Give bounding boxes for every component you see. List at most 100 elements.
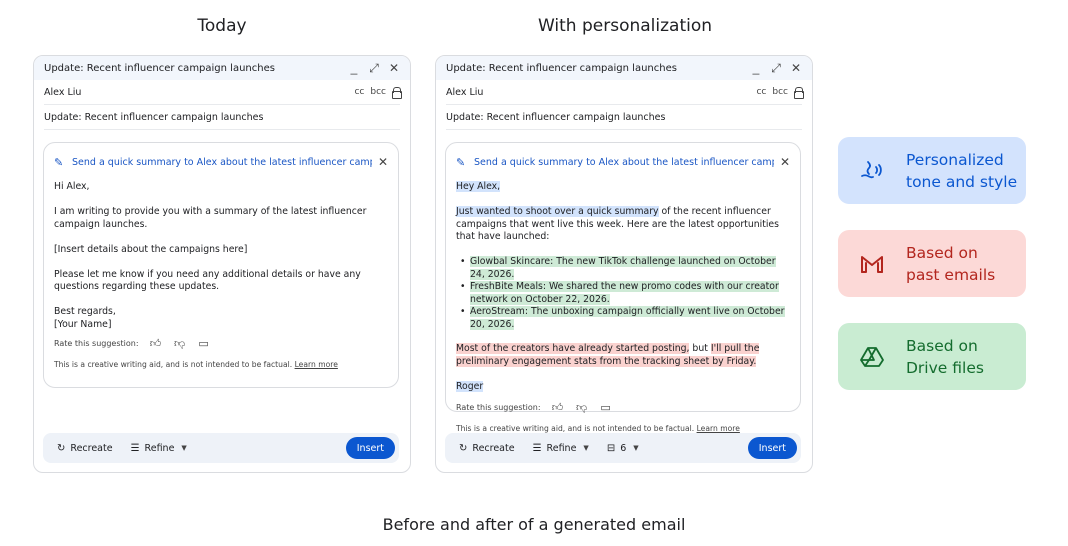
recreate-label: Recreate bbox=[472, 442, 515, 454]
email-paragraph: Just wanted to shoot over a quick summar… bbox=[456, 206, 790, 244]
close-icon[interactable]: ✕ bbox=[388, 62, 400, 74]
email-paragraph: I am writing to provide you with a summa… bbox=[54, 206, 367, 230]
compose-window-today: Update: Recent influencer campaign launc… bbox=[33, 55, 411, 473]
minimize-icon[interactable]: _ bbox=[750, 62, 762, 74]
email-body: Hi Alex, I am writing to provide you wit… bbox=[54, 181, 388, 331]
disclaimer-text: This is a creative writing aid, and is n… bbox=[456, 424, 695, 433]
recreate-label: Recreate bbox=[70, 442, 113, 454]
refine-button[interactable]: ☰ Refine ▼ bbox=[533, 443, 589, 454]
paragraph-text: but bbox=[689, 343, 711, 354]
drive-icon bbox=[838, 345, 906, 369]
magic-wand-icon: ✎ bbox=[456, 156, 466, 169]
suggestion-card: ✎ Send a quick summary to Alex about the… bbox=[43, 142, 399, 388]
learn-more-link[interactable]: Learn more bbox=[295, 360, 338, 369]
chevron-down-icon: ▼ bbox=[181, 444, 187, 452]
thumbs-up-icon[interactable]: 👍︎ bbox=[551, 401, 565, 414]
minimize-icon[interactable]: _ bbox=[348, 62, 360, 74]
refine-icon: ☰ bbox=[532, 442, 542, 454]
feature-personalized-tone: Personalized tone and style bbox=[838, 137, 1026, 204]
refresh-icon: ↻ bbox=[459, 442, 468, 454]
thumbs-up-icon[interactable]: 👍︎ bbox=[149, 337, 163, 350]
subject-row[interactable]: Update: Recent influencer campaign launc… bbox=[446, 105, 802, 130]
email-signature: Roger bbox=[456, 380, 484, 392]
learn-more-link[interactable]: Learn more bbox=[697, 424, 740, 433]
list-item: Glowbal Skincare: The new TikTok challen… bbox=[456, 256, 790, 281]
expand-icon[interactable]: ⤢ bbox=[368, 62, 380, 74]
refresh-icon: ↻ bbox=[57, 442, 66, 454]
feedback-icon[interactable]: ▭ bbox=[197, 337, 211, 350]
sources-count: 6 bbox=[620, 442, 627, 454]
feature-past-emails: Based on past emails bbox=[838, 230, 1026, 297]
email-body: Hey Alex, Just wanted to shoot over a qu… bbox=[456, 181, 790, 393]
email-paragraph: Please let me know if you need any addit… bbox=[54, 268, 361, 293]
recipient-field[interactable]: Alex Liu bbox=[44, 87, 354, 98]
list-item: FreshBite Meals: We shared the new promo… bbox=[456, 281, 790, 306]
compose-titlebar: Update: Recent influencer campaign launc… bbox=[34, 56, 410, 80]
refine-label: Refine bbox=[546, 442, 577, 454]
compose-window-title: Update: Recent influencer campaign launc… bbox=[44, 62, 275, 74]
subject-row[interactable]: Update: Recent influencer campaign launc… bbox=[44, 105, 400, 130]
column-title-personalized: With personalization bbox=[537, 16, 713, 36]
email-closing: Best regards, bbox=[54, 306, 116, 317]
drive-highlight: FreshBite Meals: We shared the new promo… bbox=[470, 281, 779, 305]
refine-label: Refine bbox=[144, 442, 175, 454]
voice-style-icon bbox=[838, 158, 906, 184]
prompt-text: Send a quick summary to Alex about the l… bbox=[72, 156, 372, 168]
suggestion-toolbar: ↻ Recreate ☰ Refine ▼ ⊟ 6 ▼ Insert bbox=[445, 433, 801, 463]
recipient-row[interactable]: Alex Liu cc bcc bbox=[44, 80, 402, 105]
email-signature: [Your Name] bbox=[54, 318, 112, 330]
expand-icon[interactable]: ⤢ bbox=[770, 62, 782, 74]
feature-label: Based on Drive files bbox=[906, 336, 984, 377]
refine-icon: ☰ bbox=[130, 442, 140, 454]
bcc-link[interactable]: bcc bbox=[772, 87, 788, 97]
chevron-down-icon: ▼ bbox=[583, 444, 589, 452]
feature-label: Based on past emails bbox=[906, 243, 996, 284]
campaign-list: Glowbal Skincare: The new TikTok challen… bbox=[456, 256, 790, 331]
disclaimer: This is a creative writing aid, and is n… bbox=[456, 424, 790, 433]
recipient-field[interactable]: Alex Liu bbox=[446, 87, 756, 98]
cc-link[interactable]: cc bbox=[756, 87, 766, 97]
list-item: AeroStream: The unboxing campaign offici… bbox=[456, 306, 790, 331]
suggestion-toolbar: ↻ Recreate ☰ Refine ▼ Insert bbox=[43, 433, 399, 463]
bcc-link[interactable]: bcc bbox=[370, 87, 386, 97]
close-icon[interactable]: ✕ bbox=[378, 155, 388, 169]
recreate-button[interactable]: ↻ Recreate bbox=[57, 443, 113, 454]
figure-caption: Before and after of a generated email bbox=[382, 515, 686, 534]
drive-highlight: Glowbal Skincare: The new TikTok challen… bbox=[470, 256, 776, 280]
cc-link[interactable]: cc bbox=[354, 87, 364, 97]
suggestion-card: ✎ Send a quick summary to Alex about the… bbox=[445, 142, 801, 433]
disclaimer: This is a creative writing aid, and is n… bbox=[54, 360, 388, 369]
tone-highlight: Just wanted to shoot over a quick summar… bbox=[456, 206, 659, 217]
email-highlight: Most of the creators have already starte… bbox=[456, 343, 690, 354]
refine-button[interactable]: ☰ Refine ▼ bbox=[131, 443, 187, 454]
column-title-today: Today bbox=[197, 16, 247, 36]
insert-button[interactable]: Insert bbox=[747, 437, 797, 459]
compose-titlebar: Update: Recent influencer campaign launc… bbox=[436, 56, 812, 80]
drive-highlight: AeroStream: The unboxing campaign offici… bbox=[470, 306, 785, 330]
email-greeting: Hi Alex, bbox=[54, 181, 90, 192]
feature-label: Personalized tone and style bbox=[906, 150, 1018, 191]
lock-icon[interactable] bbox=[392, 87, 402, 99]
subject-field[interactable]: Update: Recent influencer campaign launc… bbox=[446, 112, 802, 123]
feedback-icon[interactable]: ▭ bbox=[599, 401, 613, 414]
close-icon[interactable]: ✕ bbox=[790, 62, 802, 74]
feature-drive-files: Based on Drive files bbox=[838, 323, 1026, 390]
sources-stack-icon: ⊟ bbox=[606, 442, 616, 454]
insert-button[interactable]: Insert bbox=[345, 437, 395, 459]
recipient-row[interactable]: Alex Liu cc bcc bbox=[446, 80, 804, 105]
email-paragraph: [Insert details about the campaigns here… bbox=[54, 243, 248, 255]
thumbs-down-icon[interactable]: 👎︎ bbox=[575, 401, 589, 414]
subject-field[interactable]: Update: Recent influencer campaign launc… bbox=[44, 112, 400, 123]
rating-row: Rate this suggestion: 👍︎ 👎︎ ▭ bbox=[456, 401, 790, 414]
recreate-button[interactable]: ↻ Recreate bbox=[459, 443, 515, 454]
thumbs-down-icon[interactable]: 👎︎ bbox=[173, 337, 187, 350]
chevron-down-icon: ▼ bbox=[633, 444, 639, 452]
rate-label: Rate this suggestion: bbox=[54, 339, 139, 348]
rating-row: Rate this suggestion: 👍︎ 👎︎ ▭ bbox=[54, 337, 388, 350]
lock-icon[interactable] bbox=[794, 87, 804, 99]
close-icon[interactable]: ✕ bbox=[780, 155, 790, 169]
email-paragraph: Most of the creators have already starte… bbox=[456, 343, 790, 368]
sources-button[interactable]: ⊟ 6 ▼ bbox=[607, 443, 639, 454]
rate-label: Rate this suggestion: bbox=[456, 403, 541, 412]
disclaimer-text: This is a creative writing aid, and is n… bbox=[54, 360, 293, 369]
